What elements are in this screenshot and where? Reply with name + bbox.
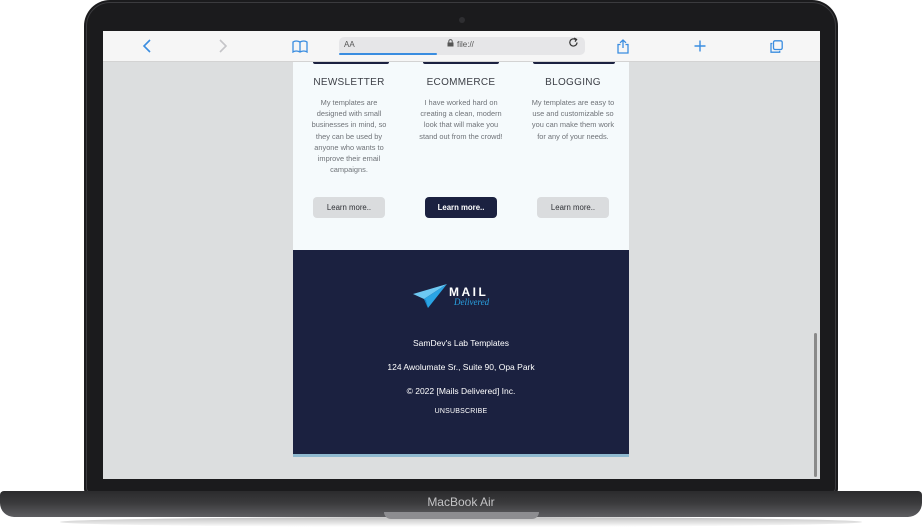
paper-plane-icon (413, 284, 447, 308)
page-load-progress (339, 53, 437, 55)
feature-column-newsletter: NEWSLETTER My templates are designed wit… (293, 62, 405, 175)
url-display: file:// (447, 39, 474, 49)
browser-window: AA file:// NEWSLETTER My templates are d… (103, 31, 820, 479)
company-name: SamDev's Lab Templates (413, 338, 509, 348)
learn-more-button-newsletter[interactable]: Learn more.. (313, 197, 385, 218)
tabs-overview-icon[interactable] (766, 36, 786, 56)
features-section: NEWSLETTER My templates are designed wit… (293, 62, 629, 250)
forward-icon[interactable] (213, 36, 233, 56)
logo-subtext: Delivered (453, 297, 490, 307)
learn-more-button-blogging[interactable]: Learn more.. (537, 197, 609, 218)
company-address: 124 Awolumate Sr., Suite 90, Opa Park (387, 362, 535, 372)
copyright-text: © 2022 [Mails Delivered] Inc. (406, 386, 516, 396)
feature-title: NEWSLETTER (313, 77, 385, 88)
feature-column-blogging: BLOGGING My templates are easy to use an… (517, 62, 629, 142)
feature-description: My templates are easy to use and customi… (531, 98, 615, 141)
footer-accent-bar (293, 454, 629, 457)
reload-icon[interactable] (568, 37, 579, 51)
url-text: file:// (457, 39, 474, 49)
feature-column-ecommerce: ECOMMERCE I have worked hard on creating… (405, 62, 517, 142)
mail-delivered-logo: MAIL Delivered (411, 282, 511, 312)
bookmarks-icon[interactable] (290, 36, 310, 56)
camera-icon (459, 17, 465, 23)
page-scrollbar[interactable] (814, 333, 817, 477)
email-template: NEWSLETTER My templates are designed wit… (293, 62, 629, 457)
laptop-hinge-notch (384, 512, 539, 519)
device-model-label: MacBook Air (427, 495, 495, 509)
back-icon[interactable] (137, 36, 157, 56)
reader-options-button[interactable]: AA (344, 40, 355, 49)
share-icon[interactable] (613, 36, 633, 56)
lock-icon (447, 39, 454, 49)
email-footer: MAIL Delivered SamDev's Lab Templates 12… (293, 250, 629, 456)
feature-description: I have worked hard on creating a clean, … (419, 98, 503, 141)
feature-description: My templates are designed with small bus… (311, 98, 387, 175)
learn-more-button-ecommerce[interactable]: Learn more.. (425, 197, 497, 218)
feature-title: BLOGGING (545, 77, 601, 88)
unsubscribe-link[interactable]: UNSUBSCRIBE (293, 408, 629, 415)
browser-toolbar: AA file:// (103, 31, 820, 62)
feature-title: ECOMMERCE (426, 77, 496, 88)
address-bar[interactable]: AA file:// (339, 37, 585, 55)
new-tab-icon[interactable] (690, 36, 710, 56)
